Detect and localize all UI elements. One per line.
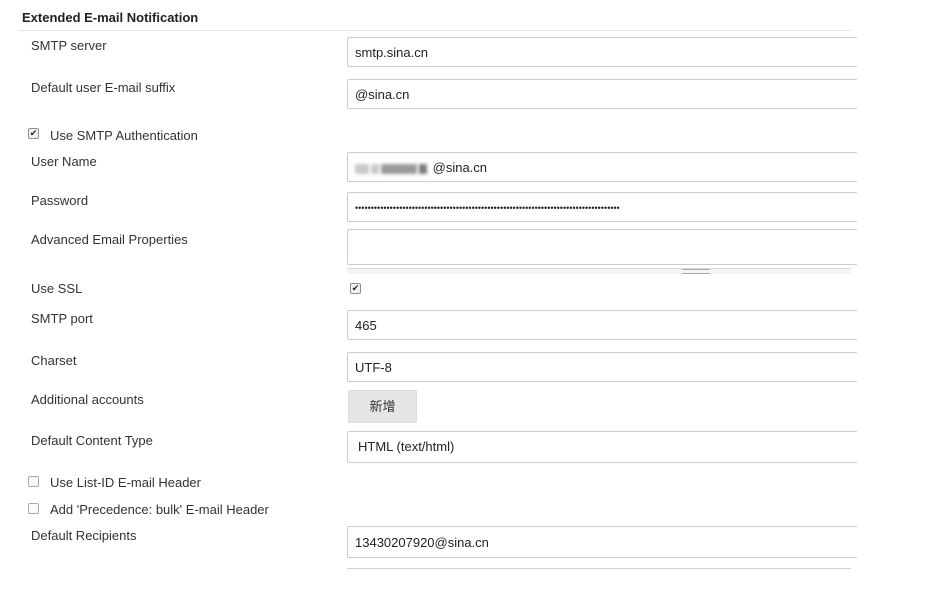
resize-grip-icon[interactable]	[682, 269, 710, 274]
use-ssl-checkbox[interactable]: ✔	[350, 283, 361, 294]
textarea-resize-bar[interactable]	[347, 268, 851, 274]
recipients-label: Default Recipients	[31, 528, 137, 543]
recipients-bottom-divider	[347, 568, 851, 569]
smtp-server-label: SMTP server	[31, 38, 107, 53]
smtp-server-input[interactable]: smtp.sina.cn	[347, 37, 857, 67]
user-name-domain: @sina.cn	[432, 160, 488, 175]
password-label: Password	[31, 193, 89, 208]
content-type-select[interactable]: HTML (text/html)	[347, 431, 857, 463]
smtp-port-label: SMTP port	[31, 311, 93, 326]
section-divider	[18, 30, 851, 31]
content-type-label: Default Content Type	[31, 433, 153, 448]
charset-label: Charset	[31, 353, 77, 368]
smtp-auth-label: Use SMTP Authentication	[50, 128, 198, 143]
advanced-props-textarea[interactable]	[347, 229, 857, 265]
advanced-props-label: Advanced Email Properties	[31, 232, 188, 247]
user-name-label: User Name	[31, 154, 97, 169]
add-account-button[interactable]: 新增	[348, 390, 417, 423]
section-title: Extended E-mail Notification	[22, 10, 199, 25]
email-suffix-label: Default user E-mail suffix	[31, 80, 176, 95]
additional-accounts-label: Additional accounts	[31, 392, 144, 407]
recipients-input[interactable]: 13430207920@sina.cn	[347, 526, 857, 558]
email-suffix-input[interactable]: @sina.cn	[347, 79, 857, 109]
charset-input[interactable]: UTF-8	[347, 352, 857, 382]
redacted-username	[355, 160, 433, 175]
smtp-port-input[interactable]: 465	[347, 310, 857, 340]
precedence-label: Add 'Precedence: bulk' E-mail Header	[50, 502, 269, 517]
precedence-checkbox[interactable]	[28, 503, 39, 514]
user-name-input[interactable]: @sina.cn	[347, 152, 857, 182]
use-ssl-label: Use SSL	[31, 281, 83, 296]
list-id-label: Use List-ID E-mail Header	[50, 475, 201, 490]
password-input[interactable]: ••••••••••••••••••••••••••••••••••••••••…	[347, 192, 857, 222]
list-id-checkbox[interactable]	[28, 476, 39, 487]
smtp-auth-checkbox[interactable]: ✔	[28, 128, 39, 139]
